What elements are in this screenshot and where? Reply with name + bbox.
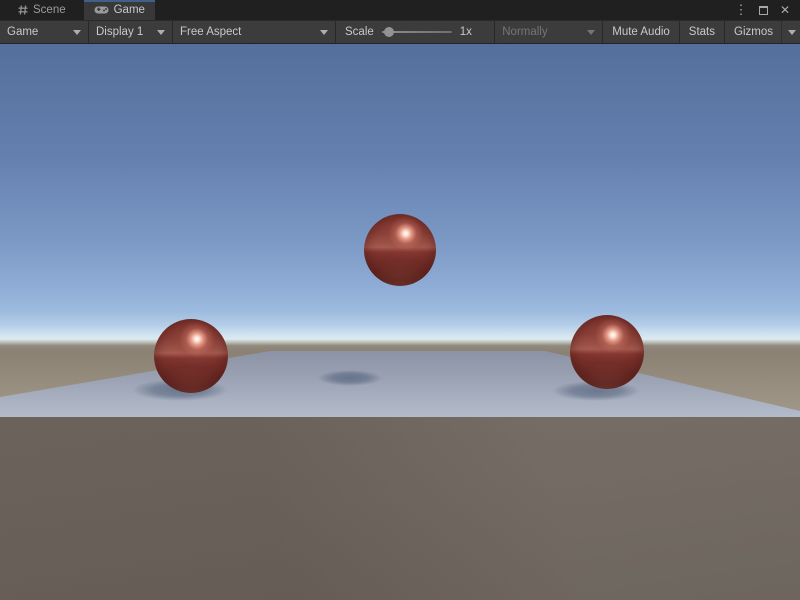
tabbar-spacer: [155, 0, 733, 20]
gizmos-separator: [781, 21, 782, 43]
scale-value: 1x: [460, 26, 472, 38]
tab-game[interactable]: Game: [84, 0, 155, 20]
center-sphere-shadow: [318, 370, 382, 386]
tab-scene-label: Scene: [33, 4, 66, 16]
scale-slider[interactable]: [382, 25, 452, 39]
display-dropdown[interactable]: Display 1: [89, 21, 173, 43]
scale-control: Scale 1x: [336, 21, 479, 43]
gizmos-label: Gizmos: [734, 26, 773, 38]
maximize-icon[interactable]: [755, 2, 771, 18]
scale-slider-thumb[interactable]: [384, 27, 394, 37]
game-render-viewport: [0, 44, 800, 600]
kebab-menu-icon[interactable]: ⋮: [733, 2, 749, 18]
chevron-down-icon: [320, 30, 328, 35]
chevron-down-icon: [788, 30, 796, 35]
aspect-ratio-dropdown[interactable]: Free Aspect: [173, 21, 336, 43]
mute-audio-label: Mute Audio: [612, 26, 670, 38]
scale-label: Scale: [345, 26, 374, 38]
close-icon[interactable]: ✕: [777, 2, 793, 18]
mute-audio-button[interactable]: Mute Audio: [603, 21, 680, 43]
stats-button[interactable]: Stats: [680, 21, 725, 43]
right-sphere: [570, 315, 644, 389]
play-focus-dropdown[interactable]: Normally: [494, 21, 603, 43]
game-view-window: Scene Game ⋮ ✕ Game: [0, 0, 800, 600]
stats-label: Stats: [689, 26, 715, 38]
window-controls: ⋮ ✕: [733, 0, 800, 20]
gizmos-dropdown[interactable]: Gizmos: [725, 21, 800, 43]
tab-bar: Scene Game ⋮ ✕: [0, 0, 800, 20]
foreground-ground: [0, 417, 800, 600]
play-focus-label: Normally: [502, 26, 579, 38]
tab-game-label: Game: [114, 4, 145, 16]
display-label: Display 1: [96, 26, 149, 38]
center-sphere: [364, 214, 436, 286]
view-mode-dropdown[interactable]: Game: [0, 21, 89, 43]
left-sphere: [154, 319, 228, 393]
tab-scene[interactable]: Scene: [8, 0, 76, 20]
chevron-down-icon: [587, 30, 595, 35]
game-view-toolbar: Game Display 1 Free Aspect Scale 1x Norm…: [0, 20, 800, 44]
scene-grid-icon: [18, 5, 28, 15]
chevron-down-icon: [157, 30, 165, 35]
aspect-ratio-label: Free Aspect: [180, 26, 312, 38]
chevron-down-icon: [73, 30, 81, 35]
gamepad-icon: [94, 5, 109, 15]
view-mode-label: Game: [7, 26, 65, 38]
